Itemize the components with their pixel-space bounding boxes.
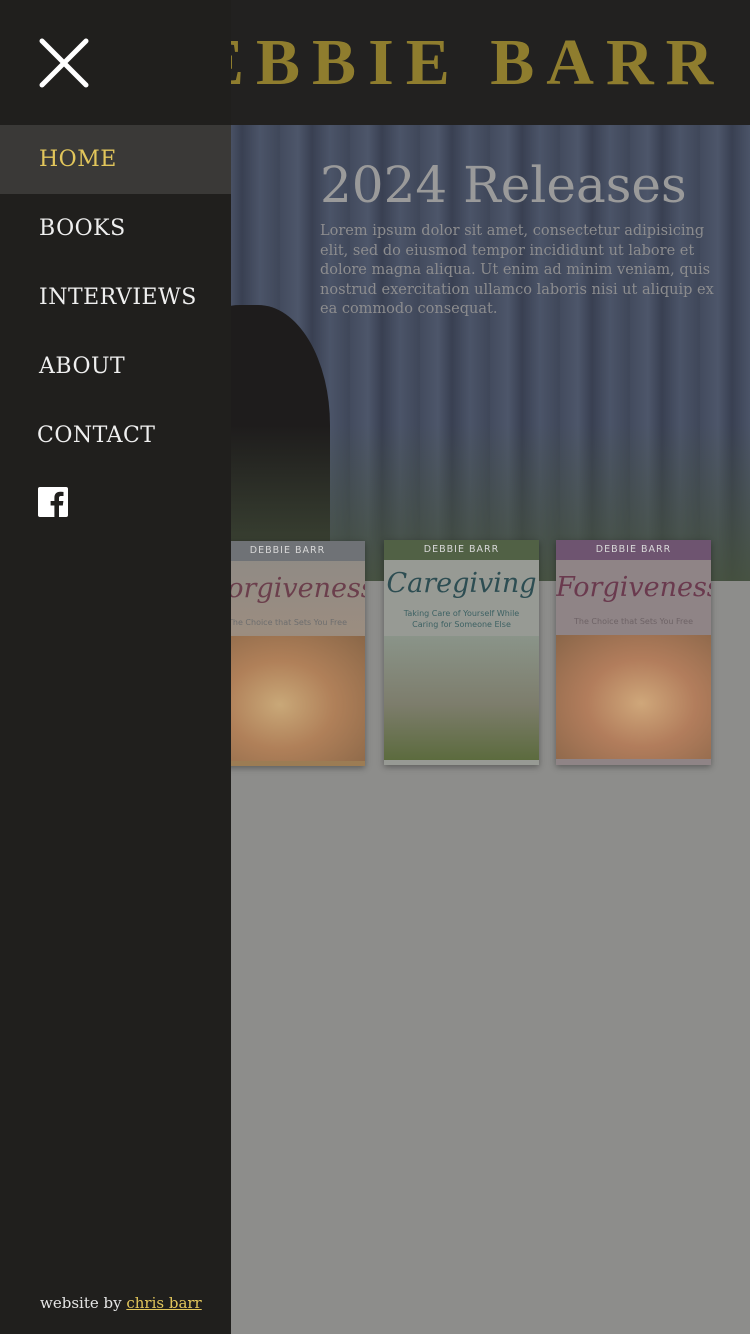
book-author: DEBBIE BARR — [556, 540, 711, 560]
book-subtitle: Taking Care of Yourself While Caring for… — [403, 609, 520, 629]
sidebar-menu: HOME BOOKS INTERVIEWS ABOUT CONTACT webs… — [0, 0, 231, 1334]
book-title: Forgiveness — [556, 572, 711, 603]
sidebar-nav: HOME BOOKS INTERVIEWS ABOUT CONTACT — [0, 125, 231, 470]
book-cover-forgiveness-2[interactable]: DEBBIE BARR Forgiveness The Choice that … — [556, 540, 711, 765]
sidebar-item-home[interactable]: HOME — [0, 125, 231, 194]
book-author: DEBBIE BARR — [384, 540, 539, 560]
book-subtitle: The Choice that Sets You Free — [573, 617, 693, 626]
credit-link[interactable]: chris barr — [126, 1294, 201, 1312]
book-cover-art — [556, 635, 711, 759]
sidebar-item-books[interactable]: BOOKS — [0, 194, 231, 263]
book-title: Forgiveness — [210, 573, 365, 604]
sidebar-item-interviews[interactable]: INTERVIEWS — [0, 263, 231, 332]
book-list: DEBBIE BARR Forgiveness The Choice that … — [200, 540, 740, 770]
book-cover-art — [384, 636, 539, 760]
credit-prefix: website by — [40, 1294, 122, 1312]
book-cover-art — [210, 636, 365, 761]
book-title: Caregiving — [386, 568, 537, 599]
book-cover-forgiveness[interactable]: DEBBIE BARR Forgiveness The Choice that … — [210, 541, 365, 766]
site-credit: website by chris barr — [40, 1294, 230, 1312]
book-author: DEBBIE BARR — [210, 541, 365, 561]
facebook-icon[interactable] — [38, 487, 68, 517]
book-cover-caregiving[interactable]: DEBBIE BARR Caregiving Taking Care of Yo… — [384, 540, 539, 765]
close-icon — [39, 38, 89, 88]
site-title[interactable]: EBBIE BARR — [200, 24, 740, 102]
book-subtitle: The Choice that Sets You Free — [227, 618, 347, 627]
close-menu-button[interactable] — [36, 36, 92, 90]
sidebar-item-about[interactable]: ABOUT — [0, 332, 231, 401]
hero-text: Lorem ipsum dolor sit amet, consectetur … — [320, 223, 714, 317]
hero-heading: 2024 Releases — [320, 156, 687, 214]
sidebar-item-contact[interactable]: CONTACT — [0, 401, 231, 470]
